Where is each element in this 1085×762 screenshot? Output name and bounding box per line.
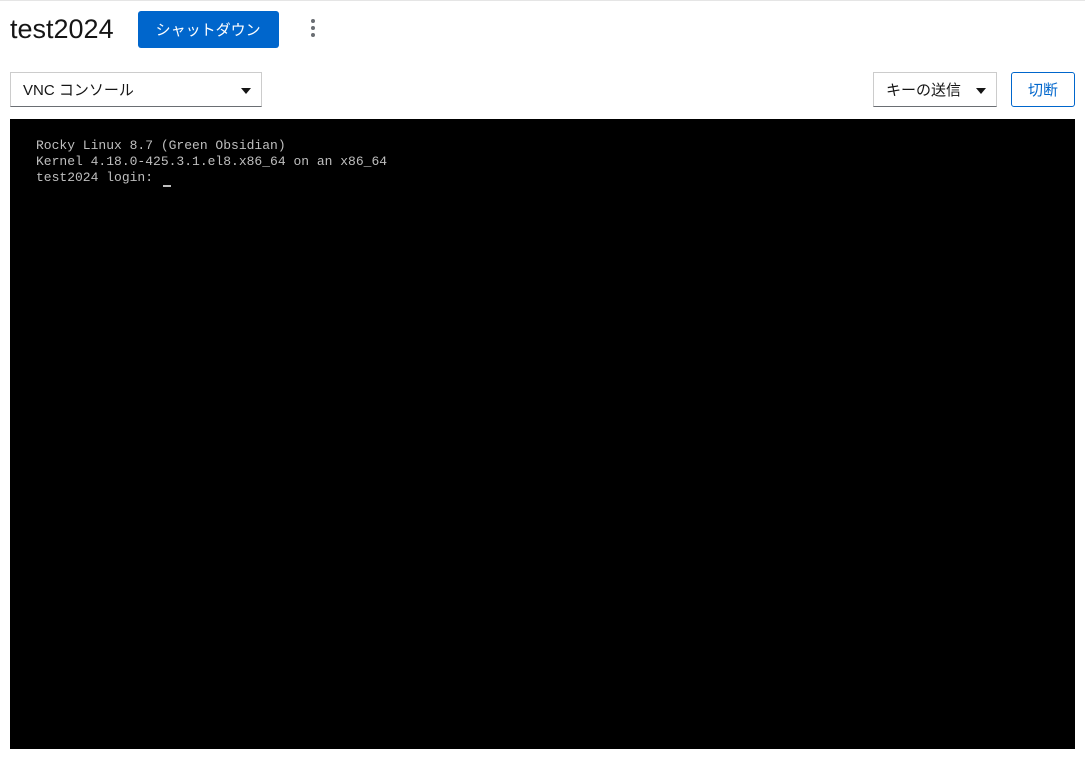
console-line: Kernel 4.18.0-425.3.1.el8.x86_64 on an x… bbox=[36, 154, 1049, 170]
send-key-dropdown[interactable]: キーの送信 bbox=[873, 72, 997, 107]
toolbar-left: VNC コンソール bbox=[10, 72, 262, 107]
kebab-icon bbox=[311, 19, 315, 40]
console-toolbar: VNC コンソール キーの送信 切断 bbox=[0, 58, 1085, 119]
console-type-label: VNC コンソール bbox=[23, 79, 134, 100]
kebab-menu-button[interactable] bbox=[303, 15, 323, 44]
caret-down-icon bbox=[241, 81, 251, 98]
cursor-icon bbox=[163, 185, 171, 187]
vnc-console[interactable]: Rocky Linux 8.7 (Green Obsidian)Kernel 4… bbox=[10, 119, 1075, 749]
console-type-dropdown[interactable]: VNC コンソール bbox=[10, 72, 262, 107]
shutdown-button[interactable]: シャットダウン bbox=[138, 11, 279, 48]
console-line: Rocky Linux 8.7 (Green Obsidian) bbox=[36, 138, 1049, 154]
disconnect-button[interactable]: 切断 bbox=[1011, 72, 1075, 107]
page-title: test2024 bbox=[10, 14, 114, 45]
send-key-label: キーの送信 bbox=[886, 79, 961, 100]
header-bar: test2024 シャットダウン bbox=[0, 1, 1085, 58]
caret-down-icon bbox=[976, 81, 986, 98]
toolbar-right: キーの送信 切断 bbox=[873, 72, 1075, 107]
console-line: test2024 login: bbox=[36, 170, 161, 185]
